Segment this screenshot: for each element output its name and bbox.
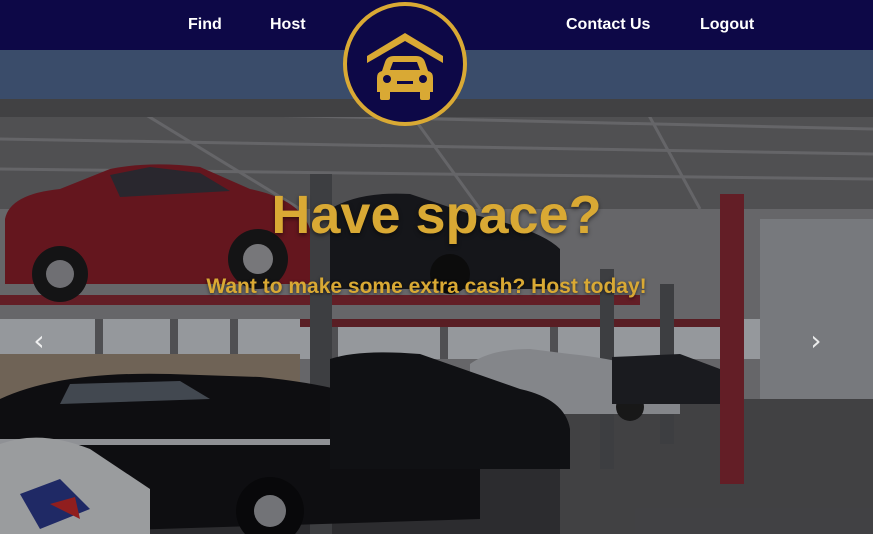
garage-car-icon: [367, 33, 443, 100]
hero-dim-overlay: [0, 99, 873, 534]
hero-carousel: Have space? Want to make some extra cash…: [0, 99, 873, 534]
carousel-next-button[interactable]: ›: [804, 325, 828, 357]
nav-link-host[interactable]: Host: [270, 0, 306, 50]
hero-subtitle: Want to make some extra cash? Host today…: [206, 275, 647, 298]
nav-link-find[interactable]: Find: [188, 0, 222, 50]
nav-link-logout[interactable]: Logout: [700, 0, 754, 50]
chevron-left-icon: ‹: [33, 324, 45, 357]
nav-link-contact-us[interactable]: Contact Us: [566, 0, 650, 50]
carousel-prev-button[interactable]: ‹: [27, 325, 51, 357]
hero-title: Have space?: [271, 185, 602, 245]
site-logo[interactable]: [343, 2, 467, 126]
chevron-right-icon: ›: [810, 324, 822, 357]
